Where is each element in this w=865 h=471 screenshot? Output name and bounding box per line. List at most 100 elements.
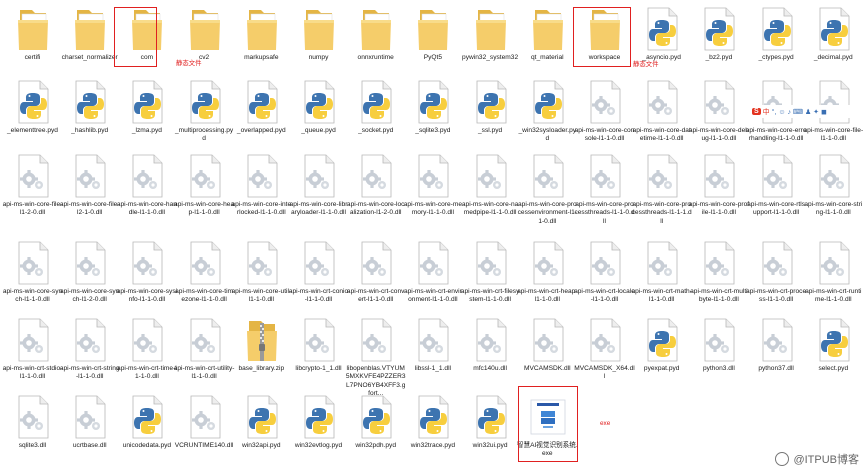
file-name-label: api-ms-win-crt-multibyte-l1-1-0.dll [690, 288, 748, 304]
dll-file-icon [357, 153, 395, 199]
dll-file-icon [529, 153, 567, 199]
file-name-label: api-ms-win-crt-heap-l1-1-0.dll [517, 288, 578, 304]
ime-toolbar[interactable]: S 中 °, ☺ ♪ ⌨ ♟ ✦ ◼ [752, 105, 860, 118]
file-name-label: qt_material [530, 54, 564, 61]
file-name-label: api-ms-win-crt-utility-l1-1-0.dll [173, 365, 235, 381]
dll-file-icon [186, 153, 224, 199]
file-name-label: _queue.pyd [301, 127, 336, 134]
folder-icon [414, 6, 452, 52]
file-name-label: PyQt5 [423, 54, 443, 61]
file-name-label: api-ms-win-core-string-l1-1-0.dll [804, 201, 863, 217]
dll-file-icon [128, 240, 166, 286]
file-name-label: unicodedata.pyd [122, 442, 172, 449]
dll-file-icon [643, 153, 681, 199]
file-name-label: api-ms-win-core-datetime-l1-1-0.dll [632, 127, 691, 143]
ime-tool-icons[interactable]: °, ☺ ♪ ⌨ ♟ ✦ ◼ [772, 108, 827, 116]
folder-icon [71, 6, 109, 52]
python-file-icon [529, 79, 567, 125]
file-name-label: _socket.pyd [358, 127, 394, 134]
dll-file-icon [815, 153, 853, 199]
dll-file-icon [700, 153, 738, 199]
file-name-label: win32ui.pyd [472, 442, 508, 449]
dll-file-icon [815, 240, 853, 286]
dll-file-icon [414, 317, 452, 363]
file-name-label: markupsafe [244, 54, 279, 61]
file-name-label: libssl-1_1.dll [414, 365, 452, 372]
file-name-label: charset_normalizer [61, 54, 118, 61]
python-file-icon [300, 79, 338, 125]
file-name-label: api-ms-win-core-heap-l1-1-0.dll [174, 201, 235, 217]
file-name-label: _lzma.pyd [131, 127, 162, 134]
dll-file-icon [529, 317, 567, 363]
dll-file-icon [758, 317, 796, 363]
python-file-icon [128, 394, 166, 440]
python-file-icon [815, 317, 853, 363]
ime-lang-label[interactable]: 中 [763, 107, 770, 117]
file-name-label: api-ms-win-core-namedpipe-l1-1-0.dll [461, 201, 519, 217]
file-name-label: api-ms-win-core-errorhandling-l1-1-0.dll [745, 127, 807, 143]
file-name-label: api-ms-win-core-localization-l1-2-0.dll [346, 201, 405, 217]
file-name-label: certifi [24, 54, 41, 61]
folder-icon [529, 6, 567, 52]
file-name-label: sqlite3.dll [18, 442, 47, 449]
dll-file-icon [186, 240, 224, 286]
file-name-label: api-ms-win-core-sysinfo-l1-1-0.dll [116, 288, 178, 304]
file-name-label: _sqlite3.pyd [415, 127, 451, 134]
dll-file-icon [586, 153, 624, 199]
dll-file-icon [14, 317, 52, 363]
file-name-label: _multiprocessing.pyd [174, 127, 234, 143]
selection-highlight [517, 386, 578, 462]
dll-file-icon [357, 240, 395, 286]
file-name-label: _ctypes.pyd [758, 54, 794, 61]
file-name-label: api-ms-win-core-synch-l1-1-0.dll [2, 288, 63, 304]
folder-icon [14, 6, 52, 52]
itpub-logo-icon [775, 452, 790, 466]
watermark: @ITPUB博客 [775, 451, 859, 467]
file-name-label: onnxruntime [357, 54, 394, 61]
file-name-label: api-ms-win-crt-filesystem-l1-1-0.dll [460, 288, 520, 304]
dll-file-icon [472, 153, 510, 199]
file-name-label: api-ms-win-core-rtlsupport-l1-1-0.dll [747, 201, 806, 217]
selection-highlight [573, 7, 631, 67]
file-name-label: pyexpat.pyd [643, 365, 680, 372]
file-name-label: _decimal.pyd [813, 54, 853, 61]
folder-icon [472, 6, 510, 52]
folder-icon [186, 6, 224, 52]
dll-file-icon [300, 317, 338, 363]
dll-file-icon [586, 240, 624, 286]
dll-file-icon [243, 240, 281, 286]
file-name-label: VCRUNTIME140.dll [174, 442, 234, 449]
file-name-label: mfc140u.dll [473, 365, 507, 372]
file-name-label: api-ms-win-crt-math-l1-1-0.dll [631, 288, 692, 304]
file-name-label: _win32sysloader.pyd [518, 127, 577, 143]
dll-file-icon [186, 317, 224, 363]
dll-file-icon [243, 153, 281, 199]
file-name-label: win32api.pyd [242, 442, 281, 449]
folder-icon [300, 6, 338, 52]
file-name-label: api-ms-win-core-console-l1-1-0.dll [574, 127, 635, 143]
file-name-label: api-ms-win-crt-conio-l1-1-0.dll [288, 288, 349, 304]
python-file-icon [71, 79, 109, 125]
dll-file-icon [700, 79, 738, 125]
file-name-label: win32pdh.pyd [355, 442, 397, 449]
file-name-label: api-ms-win-core-profile-l1-1-0.dll [688, 201, 750, 217]
file-name-label: api-ms-win-core-synch-l1-2-0.dll [60, 288, 120, 304]
python-file-icon [414, 79, 452, 125]
python-file-icon [758, 6, 796, 52]
dll-file-icon [14, 240, 52, 286]
dll-file-icon [128, 153, 166, 199]
file-grid: certifi charset_normalizer com cv2 marku… [0, 0, 865, 471]
file-name-label: api-ms-win-crt-string-l1-1-0.dll [59, 365, 120, 381]
file-name-label: api-ms-win-core-file-l1-1-0.dll [803, 127, 864, 143]
dll-file-icon [14, 153, 52, 199]
dll-file-icon [14, 394, 52, 440]
python-file-icon [300, 394, 338, 440]
file-name-label: api-ms-win-crt-process-l1-1-0.dll [746, 288, 807, 304]
file-name-label: api-ms-win-crt-time-l1-1-0.dll [117, 365, 177, 381]
python-file-icon [414, 394, 452, 440]
dll-file-icon [529, 240, 567, 286]
file-name-label: api-ms-win-core-timezone-l1-1-0.dll [175, 288, 234, 304]
file-name-label: api-ms-win-crt-convert-l1-1-0.dll [346, 288, 405, 304]
file-name-label: MVCAMSDK.dll [524, 365, 571, 372]
python-file-icon [643, 317, 681, 363]
